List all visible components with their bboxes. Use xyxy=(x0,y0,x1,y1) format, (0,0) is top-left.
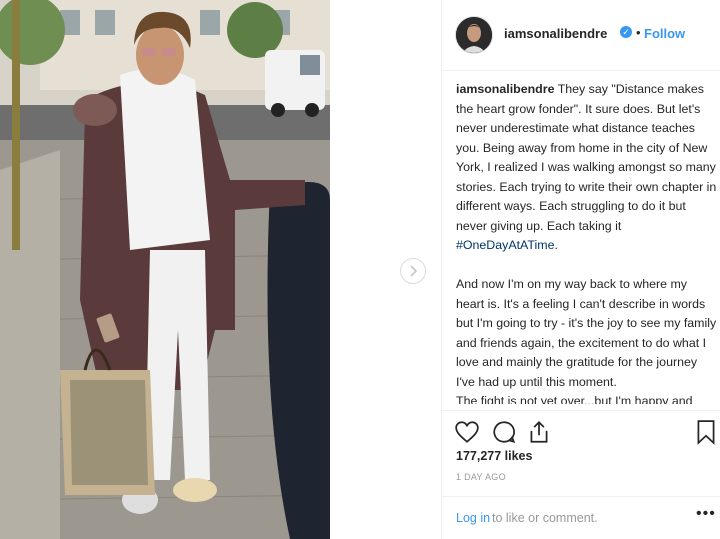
post-header: iamsonalibendre ✓ • Follow xyxy=(442,0,720,71)
post-photo[interactable] xyxy=(0,0,330,539)
post-actions xyxy=(442,410,720,451)
comment-icon xyxy=(493,421,516,444)
caption-username-link[interactable]: iamsonalibendre xyxy=(456,82,554,96)
avatar-image xyxy=(456,17,492,53)
login-prompt-text: to like or comment. xyxy=(492,511,598,525)
chevron-right-icon xyxy=(410,265,418,277)
caption-paragraph-3: The fight is not yet over...but I'm happ… xyxy=(456,394,693,404)
bookmark-icon xyxy=(697,420,715,445)
separator-dot: • xyxy=(636,25,641,40)
comment-bar: Log in to like or comment. ••• xyxy=(442,496,720,539)
username-link[interactable]: iamsonalibendre xyxy=(504,26,607,41)
caption-text: They say "Distance makes the heart grow … xyxy=(456,82,717,233)
instagram-post: iamsonalibendre ✓ • Follow iamsonalibend… xyxy=(0,0,720,539)
post-details-panel: iamsonalibendre ✓ • Follow iamsonalibend… xyxy=(441,0,720,539)
verified-badge-icon: ✓ xyxy=(620,26,632,38)
caption-paragraph-2: And now I'm on my way back to where my h… xyxy=(456,277,717,389)
login-link[interactable]: Log in xyxy=(456,511,490,525)
street-photo-image xyxy=(0,0,330,539)
heart-icon xyxy=(455,421,479,443)
more-options-button[interactable]: ••• xyxy=(696,505,716,523)
likes-count[interactable]: 177,277 likes xyxy=(456,449,532,463)
post-caption: iamsonalibendre They say "Distance makes… xyxy=(456,80,718,404)
save-button[interactable] xyxy=(693,419,719,445)
like-button[interactable] xyxy=(454,419,480,445)
share-button[interactable] xyxy=(526,419,552,445)
next-post-button[interactable] xyxy=(400,258,426,284)
avatar[interactable] xyxy=(455,16,493,54)
follow-button[interactable]: Follow xyxy=(644,26,685,41)
post-timestamp[interactable]: 1 DAY AGO xyxy=(456,472,506,482)
caption-text-end: . xyxy=(554,238,558,252)
caption-paragraph-1: iamsonalibendre They say "Distance makes… xyxy=(456,80,718,256)
share-icon xyxy=(530,421,548,443)
hashtag-link[interactable]: #OneDayAtATime xyxy=(456,238,554,252)
comment-button[interactable] xyxy=(491,419,517,445)
